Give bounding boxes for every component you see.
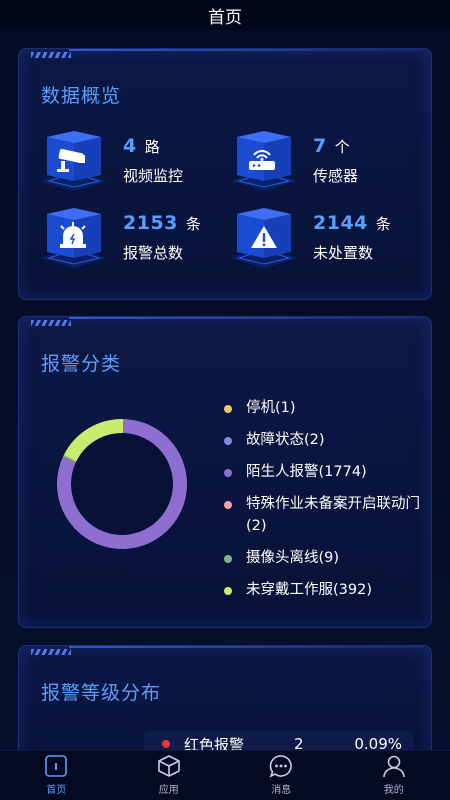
page-title: 首页 (208, 7, 242, 28)
legend-item[interactable]: 陌生人报警(1774) (224, 461, 424, 483)
app-root: 首页 数据概览 4路 视频监控 7 个 传感器 2153 条 报警总数 2144… (0, 0, 450, 800)
card-glow (69, 49, 423, 51)
legend-item[interactable]: 未穿戴工作服(392) (224, 579, 424, 601)
chat-icon (269, 755, 293, 778)
overview-card: 数据概览 4路 视频监控 7 个 传感器 2153 条 报警总数 2144 条 … (18, 48, 432, 300)
legend-item[interactable]: 摄像头离线(9) (224, 547, 424, 569)
legend-color-dot (224, 437, 232, 445)
level-title: 报警等级分布 (41, 682, 162, 704)
legend-color-dot (224, 469, 232, 477)
card-glow (69, 317, 423, 319)
stat-value: 7 (313, 135, 327, 157)
chart-legend: 停机(1) 故障状态(2) 陌生人报警(1774) 特殊作业未备案开启联动门(2) 摄像… (224, 397, 424, 611)
tab-profile[interactable]: 我的 (338, 751, 450, 800)
home-icon (45, 755, 68, 777)
stat-unhandled[interactable]: 2144 条 未处置数 (229, 206, 414, 276)
stat-unit: 条 (185, 215, 201, 233)
stat-video-monitor[interactable]: 4路 视频监控 (39, 129, 224, 199)
legend-item[interactable]: 停机(1) (224, 397, 424, 419)
legend-label: 故障状态(2) (246, 432, 325, 448)
tab-home[interactable]: 首页 (0, 751, 113, 800)
camera-icon (39, 129, 109, 191)
alarm-light-icon (39, 206, 109, 268)
legend-label: 停机(1) (246, 400, 296, 416)
tab-apps[interactable]: 应用 (113, 751, 226, 800)
stat-unit: 个 (334, 138, 350, 156)
stat-value-row: 7个 (313, 135, 350, 157)
card-decoration (31, 52, 71, 58)
legend-label: 陌生人报警(1774) (246, 464, 367, 480)
stat-label: 报警总数 (123, 244, 184, 262)
stat-value: 4 (123, 135, 137, 157)
stat-sensor[interactable]: 7个 传感器 (229, 129, 414, 199)
tab-label: 首页 (46, 785, 67, 796)
legend-color-dot (224, 405, 232, 413)
warning-icon (229, 206, 299, 268)
legend-color-dot (224, 555, 232, 563)
cube-icon (157, 755, 180, 777)
bottom-tab-bar: 首页 应用 消息 我的 (0, 750, 450, 800)
card-decoration (31, 649, 71, 655)
stat-value: 2144 (313, 212, 368, 234)
tab-messages[interactable]: 消息 (225, 751, 338, 800)
tab-label: 应用 (158, 785, 179, 796)
stat-value: 2153 (123, 212, 178, 234)
stat-unit: 路 (144, 138, 160, 156)
overview-title: 数据概览 (41, 85, 122, 107)
stat-value-row: 4路 (123, 135, 160, 157)
legend-label: 特殊作业未备案开启联动门(2) (246, 496, 420, 534)
user-icon (382, 755, 405, 778)
legend-label: 摄像头离线(9) (246, 550, 340, 566)
stat-alarm-total[interactable]: 2153 条 报警总数 (39, 206, 224, 276)
legend-color-dot (224, 501, 232, 509)
stat-unit: 条 (375, 215, 391, 233)
card-glow (69, 646, 423, 648)
category-title: 报警分类 (41, 353, 122, 375)
router-icon (229, 129, 299, 191)
tab-label: 消息 (271, 785, 292, 796)
stat-value-row: 2144 条 (313, 212, 391, 234)
card-decoration (31, 320, 71, 326)
legend-color-dot (224, 587, 232, 595)
tab-label: 我的 (383, 785, 404, 796)
legend-item[interactable]: 特殊作业未备案开启联动门(2) (224, 493, 424, 537)
stat-value-row: 2153 条 (123, 212, 201, 234)
legend-item[interactable]: 故障状态(2) (224, 429, 424, 451)
alarm-category-card: 报警分类 停机(1) 故障状态(2) 陌生人报警(1774) 特殊作业未备案开启联动门… (18, 316, 432, 628)
donut-slice[interactable] (63, 455, 77, 463)
page-header: 首页 (0, 0, 450, 30)
level-color-dot (162, 740, 170, 748)
legend-label: 未穿戴工作服(392) (246, 582, 372, 598)
alarm-category-donut-chart[interactable] (55, 417, 189, 551)
stat-label: 传感器 (313, 167, 359, 185)
stat-label: 未处置数 (313, 244, 374, 262)
stat-label: 视频监控 (123, 167, 184, 185)
